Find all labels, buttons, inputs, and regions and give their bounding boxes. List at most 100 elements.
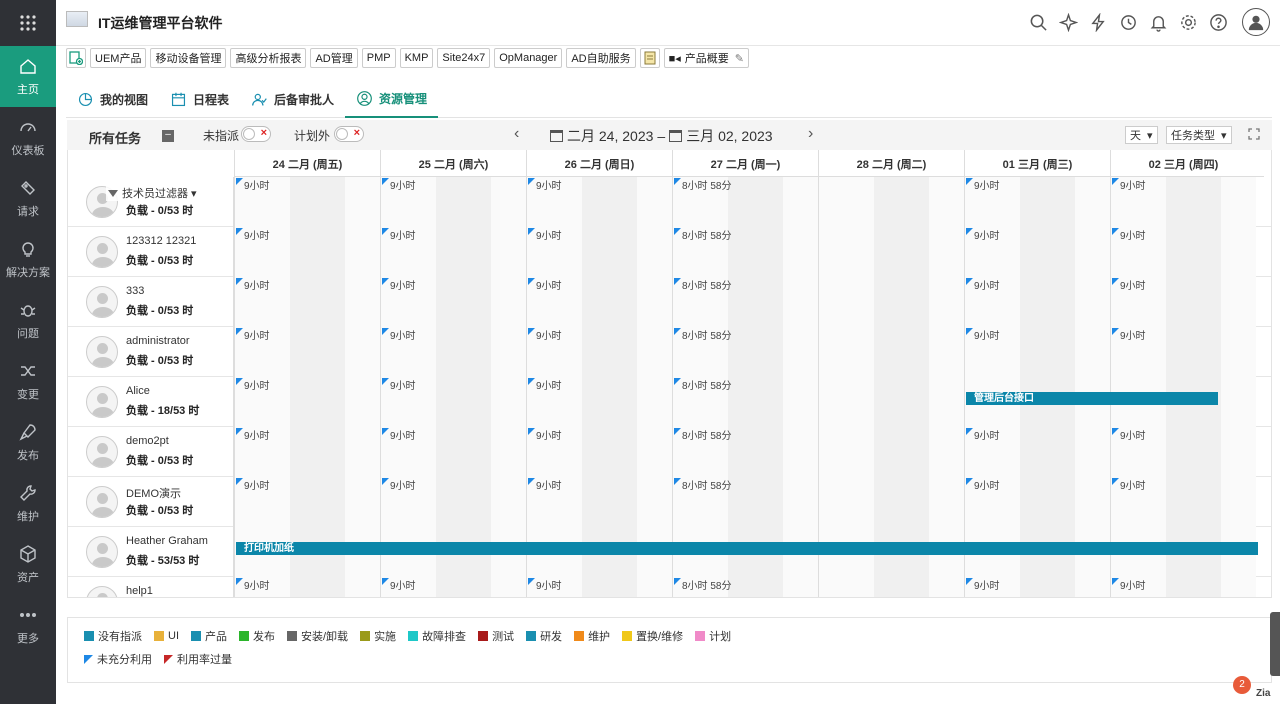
tab-3[interactable]: 资源管理 [345,80,439,118]
unplanned-toggle[interactable]: × [334,126,364,142]
day-cell[interactable]: 9小时 [526,427,672,477]
day-cell[interactable]: 9小时 [526,477,672,527]
day-cell[interactable] [818,177,964,227]
product-button-0[interactable]: UEM产品 [90,48,147,68]
sidebar-item-2[interactable]: 请求 [0,168,56,229]
sidebar-item-4[interactable]: 问题 [0,290,56,351]
day-cell[interactable]: 8小时 58分 [672,577,818,597]
task-type-select[interactable]: 任务类型 ▾ [1166,126,1232,144]
tab-0[interactable]: 我的视图 [66,80,159,118]
product-button-6[interactable]: Site24x7 [437,48,491,68]
notification-badge[interactable]: 2 [1233,676,1251,694]
sidebar-item-6[interactable]: 发布 [0,412,56,473]
help-icon[interactable] [1208,8,1228,36]
day-cell[interactable] [818,377,964,427]
add-product-icon[interactable] [66,48,86,68]
lightning-icon[interactable] [1088,8,1108,36]
day-cell[interactable]: 9小时 [1110,577,1256,597]
side-panel-handle[interactable] [1270,612,1280,676]
day-cell[interactable]: 9小时 [380,227,526,277]
all-tasks-label[interactable]: 所有任务 [89,128,141,147]
unassigned-toggle[interactable]: × [241,126,271,142]
tab-1[interactable]: 日程表 [159,80,240,118]
technician-cell[interactable]: administrator 负载 - 0/53 时 [68,327,234,377]
sidebar-item-5[interactable]: 变更 [0,351,56,412]
sidebar-item-8[interactable]: 资产 [0,534,56,595]
day-cell[interactable]: 9小时 [380,327,526,377]
collapse-icon[interactable]: – [162,130,174,142]
view-select[interactable]: 天 ▾ [1125,126,1158,144]
day-cell[interactable]: 9小时 [234,177,380,227]
day-cell[interactable]: 9小时 [380,427,526,477]
day-cell[interactable]: 8小时 58分 [672,377,818,427]
day-cell[interactable]: 9小时 [1110,227,1256,277]
chevron-left-icon[interactable]: ‹ [514,125,519,143]
day-cell[interactable]: 9小时 [234,277,380,327]
day-cell[interactable]: 9小时 [234,227,380,277]
day-cell[interactable] [818,327,964,377]
notes-icon[interactable] [639,48,660,68]
technician-cell[interactable]: Heather Graham 负载 - 53/53 时 [68,527,234,577]
technician-cell[interactable]: 123312 12321 负载 - 0/53 时 [68,227,234,277]
sidebar-item-7[interactable]: 维护 [0,473,56,534]
product-button-1[interactable]: 移动设备管理 [150,48,227,68]
task-bar[interactable]: 打印机加纸 [236,542,1258,555]
technician-cell[interactable]: 333 负载 - 0/53 时 [68,277,234,327]
day-cell[interactable] [818,577,964,597]
day-cell[interactable]: 9小时 [380,577,526,597]
chevron-right-icon[interactable]: › [808,125,813,143]
technician-cell[interactable]: DEMO演示 负载 - 0/53 时 [68,477,234,527]
user-avatar-icon[interactable] [1242,8,1270,36]
day-cell[interactable]: 8小时 58分 [672,427,818,477]
product-button-5[interactable]: KMP [399,48,434,68]
search-icon[interactable] [1028,8,1048,36]
sidebar-item-0[interactable]: 主页 [0,46,56,107]
sidebar-item-1[interactable]: 仪表板 [0,107,56,168]
day-cell[interactable]: 8小时 58分 [672,227,818,277]
day-cell[interactable]: 9小时 [1110,327,1256,377]
day-cell[interactable]: 9小时 [526,577,672,597]
product-button-9[interactable]: ■◂ 产品概要 ✎ [663,48,749,68]
day-cell[interactable]: 9小时 [234,377,380,427]
day-cell[interactable]: 9小时 [234,577,380,597]
day-cell[interactable]: 9小时 [526,177,672,227]
sidebar-item-3[interactable]: 解决方案 [0,229,56,290]
day-cell[interactable]: 9小时 [964,177,1110,227]
task-bar[interactable]: 管理后台接口 [966,392,1218,405]
history-icon[interactable] [1118,8,1138,36]
day-cell[interactable]: 9小时 [526,227,672,277]
zia-assistant[interactable]: Zia [1256,688,1270,699]
day-cell[interactable]: 9小时 [526,377,672,427]
day-cell[interactable]: 8小时 58分 [672,277,818,327]
day-cell[interactable]: 9小时 [1110,177,1256,227]
day-cell[interactable]: 9小时 [234,477,380,527]
gear-icon[interactable] [1178,8,1198,36]
day-cell[interactable]: 9小时 [964,327,1110,377]
date-range[interactable]: 二月 24, 2023 – 三月 02, 2023 [550,126,773,146]
technician-cell[interactable]: help1 [68,577,234,597]
technician-cell[interactable]: Alice 负载 - 18/53 时 [68,377,234,427]
day-cell[interactable]: 9小时 [526,327,672,377]
day-cell[interactable]: 8小时 58分 [672,477,818,527]
product-button-7[interactable]: OpManager [494,48,563,68]
day-cell[interactable]: 9小时 [234,427,380,477]
day-cell[interactable] [818,277,964,327]
product-button-8[interactable]: AD自助服务 [566,48,636,68]
sidebar-item-9[interactable]: 更多 [0,595,56,656]
day-cell[interactable]: 9小时 [526,277,672,327]
day-cell[interactable]: 9小时 [1110,277,1256,327]
day-cell[interactable]: 9小时 [234,327,380,377]
day-cell[interactable]: 9小时 [380,277,526,327]
day-cell[interactable]: 9小时 [380,477,526,527]
bell-icon[interactable] [1148,8,1168,36]
day-cell[interactable]: 9小时 [964,577,1110,597]
app-launcher-icon[interactable] [0,0,56,46]
tab-2[interactable]: 后备审批人 [240,80,345,118]
day-cell[interactable]: 9小时 [380,377,526,427]
day-cell[interactable]: 8小时 58分 [672,327,818,377]
day-cell[interactable]: 9小时 [964,477,1110,527]
day-cell[interactable]: 9小时 [1110,477,1256,527]
day-cell[interactable] [818,227,964,277]
day-cell[interactable]: 8小时 58分 [672,177,818,227]
product-button-4[interactable]: PMP [361,48,396,68]
